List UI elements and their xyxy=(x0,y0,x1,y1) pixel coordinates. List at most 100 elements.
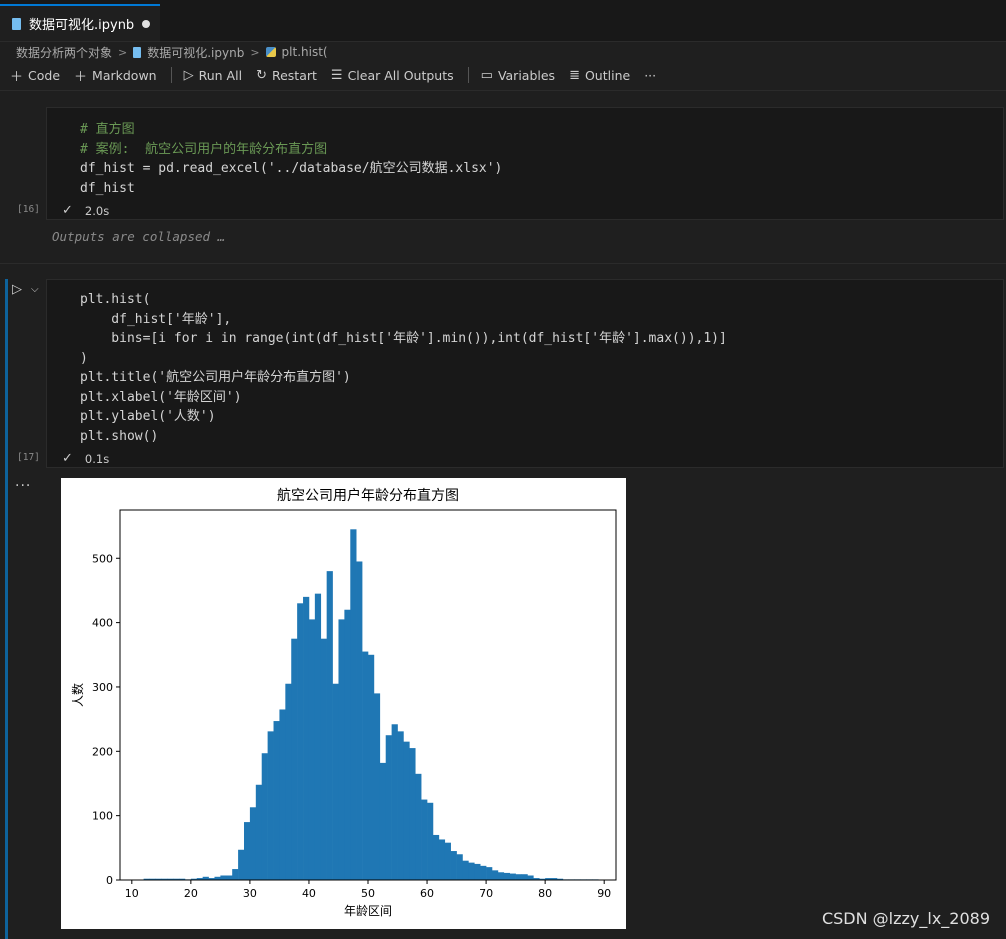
histogram-bar xyxy=(421,799,428,880)
variables-label: Variables xyxy=(497,67,556,83)
restart-button[interactable]: ↻ Restart xyxy=(256,68,317,83)
histogram-output: 10 20 30 40 50 60 70 80 90 0 100 200 300 400 500 航空公司用户… xyxy=(61,478,626,929)
breadcrumb-symbol[interactable]: plt.hist( xyxy=(282,45,328,59)
plus-icon: ＋ xyxy=(10,69,24,85)
code-line: plt.title('航空公司用户年龄分布直方图') xyxy=(80,370,351,385)
run-cell-icon[interactable]: ▷ xyxy=(12,282,22,297)
histogram-bar xyxy=(462,860,469,880)
chart-title: 航空公司用户年龄分布直方图 xyxy=(277,487,459,504)
code-cell-editor[interactable]: # 直方图 # 案例: 航空公司用户的年龄分布直方图 df_hist = pd.… xyxy=(46,107,1004,220)
check-icon: ✓ xyxy=(62,203,73,218)
variables-icon: ▭ xyxy=(480,67,493,83)
run-all-icon: ▷ xyxy=(183,67,194,83)
add-markdown-button[interactable]: ＋ Markdown xyxy=(74,66,157,85)
histogram-bar xyxy=(403,741,410,880)
code-line: plt.show() xyxy=(80,428,159,444)
histogram-bar xyxy=(279,709,286,880)
outputs-collapsed-text[interactable]: Outputs are collapsed … xyxy=(52,229,225,244)
histogram-bar xyxy=(432,834,440,880)
histogram-bar xyxy=(273,721,280,880)
histogram-bar xyxy=(515,874,522,880)
restart-icon: ↻ xyxy=(256,67,267,83)
histogram-bar xyxy=(486,867,493,880)
add-code-button[interactable]: ＋ Code xyxy=(10,66,60,85)
more-icon: ··· xyxy=(644,67,657,83)
unsaved-dot-icon[interactable] xyxy=(142,20,150,28)
histogram-bar xyxy=(232,869,239,880)
histogram-bar xyxy=(332,683,339,880)
tab-title: 数据可视化.ipynb xyxy=(29,18,135,33)
more-actions-button[interactable]: ··· xyxy=(644,68,656,83)
tab-notebook[interactable]: 数据可视化.ipynb xyxy=(0,4,160,41)
code-block: # 直方图 # 案例: 航空公司用户的年龄分布直方图 df_hist = pd.… xyxy=(80,120,502,198)
run-all-button[interactable]: ▷ Run All xyxy=(184,68,242,83)
histogram-bar xyxy=(314,593,322,880)
code-line: plt.xlabel('年龄区间') xyxy=(80,389,242,405)
chevron-down-icon[interactable]: ⌵ xyxy=(31,284,39,295)
code-line: bins=[i for i in range(int(df_hist['年龄']… xyxy=(80,331,727,346)
histogram-bar xyxy=(444,842,451,880)
x-tick-label: 70 xyxy=(479,887,493,900)
histogram-bar xyxy=(255,784,263,880)
histogram-bar xyxy=(244,822,251,880)
histogram-bar xyxy=(320,638,327,880)
clear-outputs-label: Clear All Outputs xyxy=(347,67,454,83)
cell-status: ✓ 0.1s xyxy=(62,451,109,466)
outline-icon: ≣ xyxy=(569,67,580,83)
tab-bar: 数据可视化.ipynb xyxy=(0,0,1006,42)
histogram-bar xyxy=(468,862,475,880)
x-tick-label: 60 xyxy=(420,887,434,900)
code-cell-editor[interactable]: plt.hist( df_hist['年龄'], bins=[i for i i… xyxy=(46,279,1004,630)
code-block: plt.hist( df_hist['年龄'], bins=[i for i i… xyxy=(80,290,727,446)
histogram-bar xyxy=(409,748,416,880)
histogram-chart: 10 20 30 40 50 60 70 80 90 0 100 200 300 400 500 航空公司用户… xyxy=(70,487,617,918)
run-all-label: Run All xyxy=(198,67,243,83)
histogram-bar xyxy=(397,731,404,880)
plus-icon: ＋ xyxy=(74,69,88,85)
breadcrumb: 数据分析两个对象 > 数据可视化.ipynb > plt.hist( xyxy=(16,43,328,61)
chevron-right-icon: > xyxy=(118,45,128,59)
notebook-icon xyxy=(12,17,21,30)
histogram-bar xyxy=(456,854,463,880)
outline-label: Outline xyxy=(584,67,631,83)
histogram-bar xyxy=(385,735,392,880)
y-axis-label: 人数 xyxy=(70,683,85,707)
histogram-bar xyxy=(438,839,446,880)
histogram-bar xyxy=(450,851,457,880)
clear-all-outputs-button[interactable]: ☰ Clear All Outputs xyxy=(331,68,454,83)
breadcrumb-file[interactable]: 数据可视化.ipynb xyxy=(147,44,244,61)
x-tick-label: 10 xyxy=(125,887,139,900)
histogram-bar xyxy=(238,849,245,880)
restart-label: Restart xyxy=(271,67,317,83)
histogram-bar xyxy=(326,571,333,880)
histogram-bar xyxy=(391,724,398,880)
histogram-bar xyxy=(427,802,434,880)
output-more-icon[interactable]: ··· xyxy=(15,478,31,494)
add-markdown-label: Markdown xyxy=(92,67,157,83)
cell-focus-indicator xyxy=(5,279,8,939)
y-tick-label: 200 xyxy=(92,745,113,758)
toolbar-divider xyxy=(170,67,172,83)
histogram-bar xyxy=(291,638,298,880)
histogram-bar xyxy=(261,753,268,880)
histogram-bar xyxy=(226,875,233,880)
code-line: df_hist['年龄'], xyxy=(80,311,232,327)
add-code-label: Code xyxy=(28,67,61,83)
code-line: # 案例: 航空公司用户的年龄分布直方图 xyxy=(80,141,328,157)
breadcrumb-folder[interactable]: 数据分析两个对象 xyxy=(16,44,112,61)
y-tick-label: 400 xyxy=(92,617,113,630)
histogram-bar xyxy=(474,863,481,880)
x-tick-label: 80 xyxy=(538,887,552,900)
histogram-bar xyxy=(509,873,516,880)
chevron-right-icon: > xyxy=(250,45,260,59)
histogram-bar xyxy=(338,619,345,880)
code-line: # 直方图 xyxy=(80,122,135,137)
x-tick-label: 30 xyxy=(243,887,257,900)
histogram-bar xyxy=(220,875,227,880)
histogram-bar xyxy=(415,773,422,880)
x-tick-label: 20 xyxy=(184,887,198,900)
check-icon: ✓ xyxy=(62,451,73,466)
histogram-bar xyxy=(285,683,292,880)
variables-button[interactable]: ▭ Variables xyxy=(481,68,555,83)
outline-button[interactable]: ≣ Outline xyxy=(569,68,630,83)
